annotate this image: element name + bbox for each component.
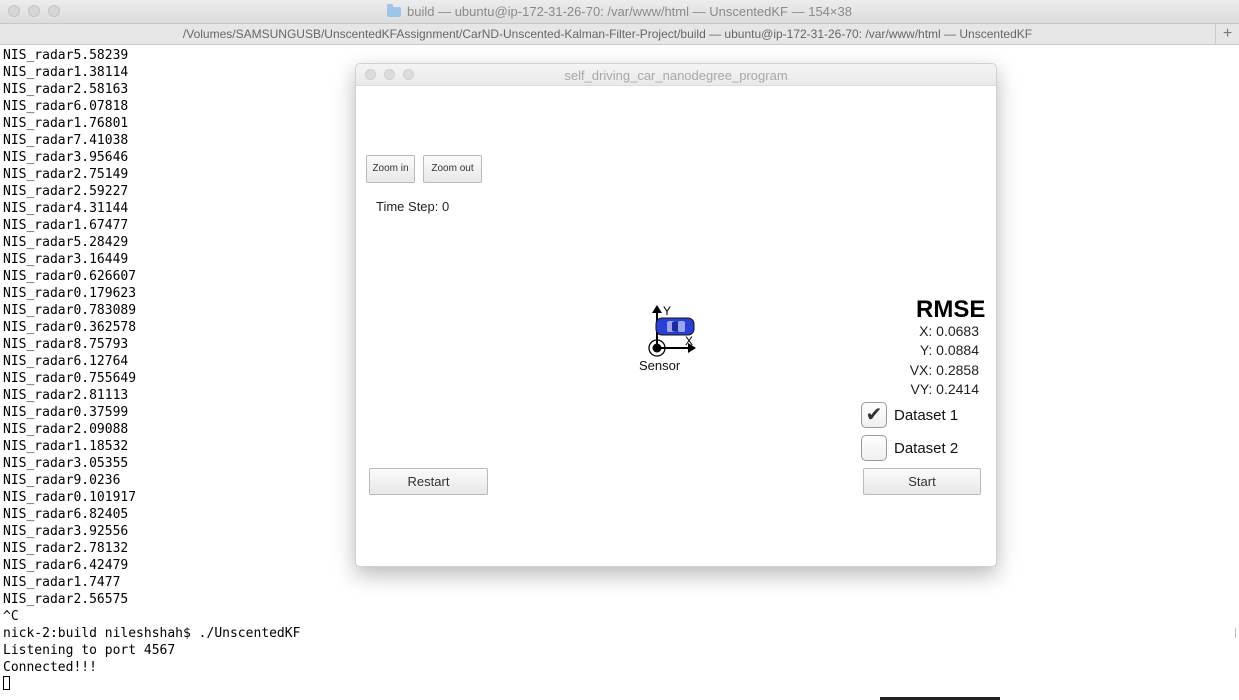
terminal-line: NIS_radar2.75149 xyxy=(3,167,129,182)
zoom-in-button[interactable]: Zoom in xyxy=(366,155,415,183)
zoom-out-button[interactable]: Zoom out xyxy=(423,155,482,183)
terminal-line: NIS_radar2.78132 xyxy=(3,541,129,556)
terminal-line: NIS_radar2.58163 xyxy=(3,82,129,97)
dataset-1-checkbox[interactable]: ✔ xyxy=(861,402,887,428)
start-button[interactable]: Start xyxy=(863,468,981,495)
rmse-vy: VY: 0.2414 xyxy=(910,381,979,397)
sensor-dot xyxy=(652,343,662,353)
terminal-line: Connected!!! xyxy=(3,660,97,675)
terminal-line: NIS_radar1.76801 xyxy=(3,116,129,131)
terminal-line: NIS_radar5.58239 xyxy=(3,48,129,63)
terminal-window-title: build — ubuntu@ip-172-31-26-70: /var/www… xyxy=(0,4,1239,19)
time-step-label: Time Step: 0 xyxy=(376,199,450,214)
rmse-vx: VX: 0.2858 xyxy=(909,362,979,378)
terminal-line: NIS_radar6.07818 xyxy=(3,99,129,114)
terminal-prompt-line[interactable] xyxy=(3,676,300,693)
restart-button[interactable]: Restart xyxy=(369,468,488,495)
scrollbar-indicator[interactable] xyxy=(1235,628,1236,638)
terminal-line: NIS_radar0.101917 xyxy=(3,490,137,505)
terminal-line: NIS_radar0.362578 xyxy=(3,320,137,335)
terminal-line: NIS_radar3.16449 xyxy=(3,252,129,267)
terminal-tab[interactable]: /Volumes/SAMSUNGUSB/UnscentedKFAssignmen… xyxy=(0,27,1215,41)
dataset-1-label[interactable]: Dataset 1 xyxy=(894,407,958,424)
terminal-line: NIS_radar2.56575 xyxy=(3,592,129,607)
window-title-text: build — ubuntu@ip-172-31-26-70: /var/www… xyxy=(407,4,852,19)
terminal-line: NIS_radar1.7477 xyxy=(3,575,121,590)
terminal-line: NIS_radar5.28429 xyxy=(3,235,129,250)
terminal-line: NIS_radar0.783089 xyxy=(3,303,137,318)
y-axis-label: Y xyxy=(663,304,671,318)
terminal-line: NIS_radar4.31144 xyxy=(3,201,129,216)
car-icon xyxy=(655,317,695,336)
terminal-line: NIS_radar6.42479 xyxy=(3,558,129,573)
terminal-line: NIS_radar1.18532 xyxy=(3,439,129,454)
terminal-line: NIS_radar0.179623 xyxy=(3,286,137,301)
terminal-output[interactable]: NIS_radar5.58239 NIS_radar1.38114 NIS_rada… xyxy=(3,47,300,693)
terminal-line: NIS_radar8.75793 xyxy=(3,337,129,352)
terminal-line: NIS_radar7.41038 xyxy=(3,133,129,148)
y-axis-arrowhead xyxy=(652,305,662,313)
terminal-line: nick-2:build nileshshah$ ./UnscentedKF xyxy=(3,626,301,641)
terminal-line: NIS_radar2.09088 xyxy=(3,422,129,437)
terminal-line: NIS_radar0.755649 xyxy=(3,371,137,386)
terminal-line: NIS_radar9.0236 xyxy=(3,473,121,488)
x-axis-label: X xyxy=(685,334,693,348)
terminal-line: NIS_radar2.81113 xyxy=(3,388,129,403)
terminal-line: NIS_radar1.38114 xyxy=(3,65,129,80)
terminal-line: NIS_radar6.82405 xyxy=(3,507,129,522)
simulator-window: self_driving_car_nanodegree_program Zoom… xyxy=(355,63,997,567)
terminal-line: NIS_radar0.37599 xyxy=(3,405,129,420)
terminal-line: NIS_radar1.67477 xyxy=(3,218,129,233)
terminal-titlebar: build — ubuntu@ip-172-31-26-70: /var/www… xyxy=(0,0,1239,24)
dataset-2-checkbox[interactable] xyxy=(861,435,887,461)
terminal-line: NIS_radar0.626607 xyxy=(3,269,137,284)
simulator-titlebar: self_driving_car_nanodegree_program xyxy=(356,64,996,86)
terminal-cursor xyxy=(3,676,10,690)
terminal-line: NIS_radar3.05355 xyxy=(3,456,129,471)
rmse-title: RMSE xyxy=(916,296,986,323)
terminal-line: NIS_radar6.12764 xyxy=(3,354,129,369)
sensor-label: Sensor xyxy=(639,358,681,373)
simulator-title: self_driving_car_nanodegree_program xyxy=(564,68,788,83)
rmse-x: X: 0.0683 xyxy=(919,323,979,339)
terminal-line: NIS_radar3.95646 xyxy=(3,150,129,165)
folder-icon xyxy=(387,4,402,17)
terminal-line: NIS_radar3.92556 xyxy=(3,524,129,539)
terminal-tab-bar: /Volumes/SAMSUNGUSB/UnscentedKFAssignmen… xyxy=(0,24,1239,45)
rmse-y: Y: 0.0884 xyxy=(919,342,979,358)
new-tab-button[interactable]: + xyxy=(1215,24,1239,44)
terminal-line: Listening to port 4567 xyxy=(3,643,176,658)
terminal-line: ^C xyxy=(3,609,19,624)
dataset-2-label[interactable]: Dataset 2 xyxy=(894,440,958,457)
terminal-line: NIS_radar2.59227 xyxy=(3,184,129,199)
